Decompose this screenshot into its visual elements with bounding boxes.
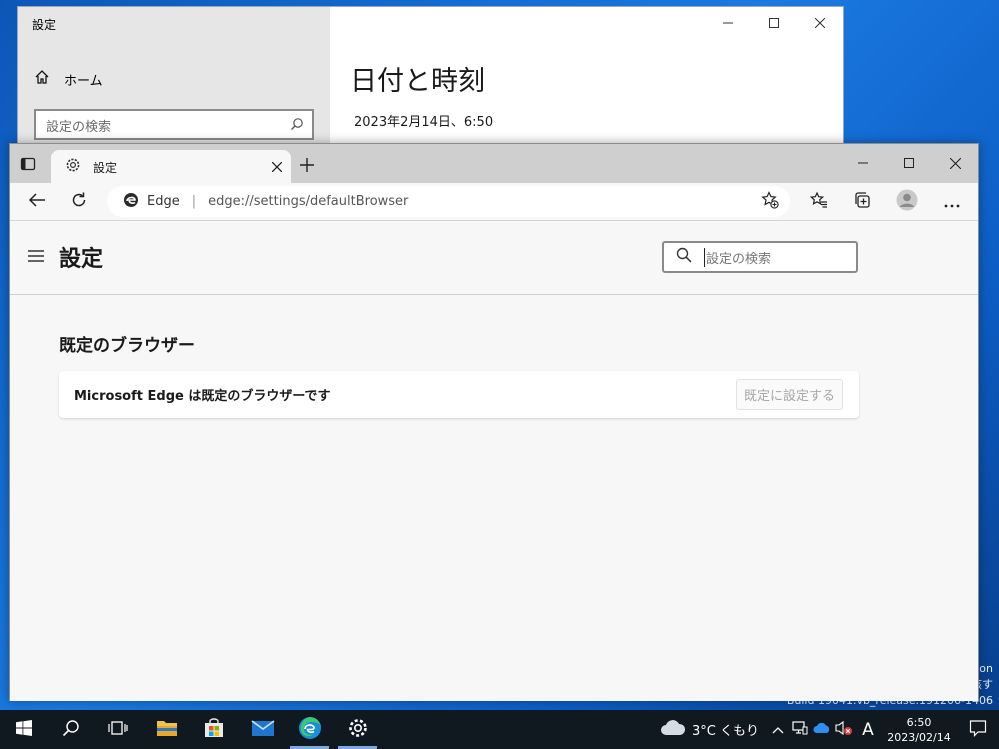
taskbar-store[interactable]	[190, 710, 237, 749]
search-icon	[62, 719, 80, 741]
star-plus-icon	[761, 191, 779, 213]
weather-text: 3°C くもり	[692, 724, 759, 739]
collections-button[interactable]	[847, 188, 877, 216]
volume-button[interactable]	[833, 710, 855, 749]
taskbar-file-explorer[interactable]	[143, 710, 190, 749]
cloud-icon	[660, 719, 686, 741]
menu-button[interactable]	[27, 248, 45, 267]
window-controls	[840, 144, 978, 182]
minimize-button[interactable]	[705, 7, 751, 39]
set-default-button[interactable]: 既定に設定する	[736, 379, 843, 410]
window-controls	[705, 7, 843, 39]
settings-page: 設定 設定の検索 既定のブラウザー Microsoft Edge は既定のブラウ…	[10, 221, 978, 701]
search-icon	[676, 247, 692, 267]
default-browser-status: Microsoft Edge は既定のブラウザーです	[74, 389, 331, 404]
address-url: edge://settings/defaultBrowser	[208, 194, 409, 209]
tab-title: 設定	[93, 160, 118, 175]
system-tray: 3°C くもり A 6:50 2023/02/14	[660, 710, 999, 749]
notification-icon	[969, 719, 987, 741]
add-favorite-button[interactable]	[758, 190, 782, 214]
maximize-button[interactable]	[751, 7, 797, 39]
action-center-button[interactable]	[957, 710, 999, 749]
settings-search-input[interactable]: 設定の検索	[662, 241, 858, 273]
edge-window: 設定 Edge | edge://settings/defaultBrowser…	[9, 143, 979, 701]
folder-icon	[156, 719, 178, 741]
refresh-button[interactable]	[64, 188, 94, 216]
window-title: 設定	[32, 18, 57, 32]
favorites-icon	[809, 191, 828, 213]
taskbar-mail[interactable]	[239, 710, 286, 749]
ime-indicator[interactable]: A	[855, 710, 881, 749]
network-icon	[792, 721, 808, 738]
profile-button[interactable]	[892, 188, 922, 216]
new-tab-button[interactable]	[295, 153, 319, 177]
search-placeholder: 設定の検索	[704, 247, 771, 267]
tab-bar: 設定	[10, 144, 978, 184]
browser-toolbar: Edge | edge://settings/defaultBrowser	[10, 183, 978, 221]
search-icon	[290, 117, 304, 135]
more-button[interactable]	[937, 188, 967, 216]
onedrive-button[interactable]	[811, 710, 833, 749]
clock[interactable]: 6:50 2023/02/14	[881, 715, 957, 745]
tab-settings[interactable]: 設定	[51, 150, 291, 184]
taskbar-edge[interactable]	[286, 710, 333, 749]
nav-home[interactable]: ホーム	[34, 69, 103, 89]
section-title: 既定のブラウザー	[59, 336, 195, 356]
task-view-button[interactable]	[94, 710, 141, 749]
collections-icon	[853, 191, 871, 213]
gear-icon	[65, 157, 81, 177]
maximize-button[interactable]	[886, 144, 932, 182]
network-button[interactable]	[789, 710, 811, 749]
default-browser-card: Microsoft Edge は既定のブラウザーです 既定に設定する	[59, 371, 859, 418]
clock-time: 6:50	[906, 715, 932, 729]
volume-muted-icon	[835, 720, 853, 739]
start-button[interactable]	[0, 710, 47, 749]
search-button[interactable]	[47, 710, 94, 749]
refresh-icon	[70, 191, 88, 213]
more-icon	[944, 193, 960, 212]
address-bar[interactable]: Edge | edge://settings/defaultBrowser	[107, 186, 790, 217]
weather-widget[interactable]: 3°C くもり	[660, 719, 759, 741]
mail-icon	[251, 719, 275, 741]
gear-icon	[347, 717, 369, 743]
page-title: 日付と時刻	[350, 66, 485, 97]
tab-close-button[interactable]	[263, 153, 291, 181]
back-button[interactable]	[22, 188, 52, 216]
taskbar-settings[interactable]	[334, 710, 381, 749]
close-button[interactable]	[797, 7, 843, 39]
show-hidden-icons-button[interactable]	[767, 710, 789, 749]
search-placeholder: 設定の検索	[46, 120, 112, 135]
store-icon	[203, 717, 225, 742]
taskbar: 3°C くもり A 6:50 2023/02/14	[0, 710, 999, 749]
close-button[interactable]	[932, 144, 978, 182]
back-arrow-icon	[28, 192, 46, 212]
settings-header: 設定 設定の検索	[10, 221, 978, 295]
clock-date: 2023/02/14	[887, 730, 951, 744]
edge-icon	[298, 716, 322, 744]
favorites-button[interactable]	[804, 188, 834, 216]
page-title: 設定	[59, 247, 104, 272]
address-separator: |	[191, 194, 197, 209]
hamburger-icon	[27, 248, 45, 267]
settings-search-input[interactable]: 設定の検索	[34, 109, 314, 140]
chevron-up-icon	[772, 723, 784, 737]
onedrive-icon	[813, 722, 831, 737]
windows-logo-icon	[15, 719, 32, 740]
tab-actions-button[interactable]	[20, 156, 36, 176]
nav-home-label: ホーム	[64, 73, 103, 89]
profile-icon	[896, 189, 918, 215]
home-icon	[34, 69, 50, 89]
address-brand: Edge	[147, 194, 180, 209]
edge-logo-icon	[123, 192, 139, 212]
minimize-button[interactable]	[840, 144, 886, 182]
task-view-icon	[107, 720, 128, 740]
current-date-time: 2023年2月14日、6:50	[354, 115, 494, 130]
